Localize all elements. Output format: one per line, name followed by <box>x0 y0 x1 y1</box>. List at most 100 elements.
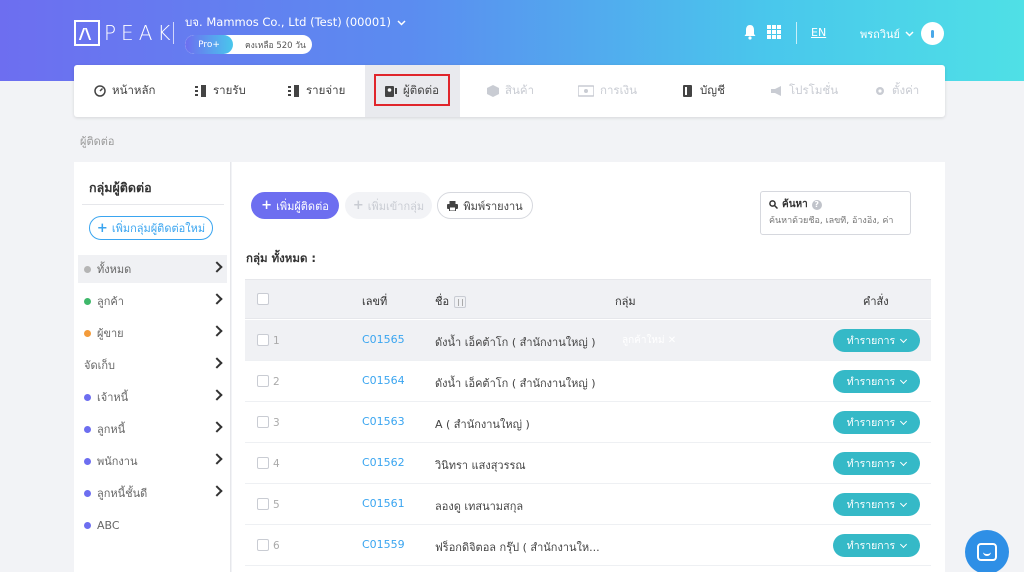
table-row[interactable]: 1 C01565 ดังน้ำ เอ็คต้าโก ( สำนักงานใหญ่… <box>245 320 931 361</box>
nav-item-settings[interactable]: ตั้งค่า <box>874 65 919 117</box>
finance-icon <box>578 85 594 97</box>
group-sidebar: กลุ่มผู้ติดต่อ + เพิ่มกลุ่มผู้ติดต่อใหม่… <box>74 162 231 572</box>
accounting-icon <box>683 85 692 97</box>
help-icon[interactable]: ? <box>811 199 822 210</box>
language-switch[interactable]: EN <box>811 26 826 39</box>
sidebar-item-employee[interactable]: พนักงาน <box>78 447 227 475</box>
company-name: บจ. Mammos Co., Ltd (Test) (00001) <box>185 15 391 29</box>
sort-icon[interactable] <box>454 296 467 308</box>
user-menu[interactable]: พรถวินย์ <box>860 25 914 43</box>
nav-label: รายจ่าย <box>306 83 346 97</box>
table-row[interactable]: 5 C01561 ลองดู เทสนามสกุล ทำรายการ <box>245 484 931 525</box>
sidebar-item-debtor[interactable]: ลูกหนี้ <box>78 415 227 443</box>
plus-icon: + <box>96 220 108 236</box>
column-header-action: คำสั่ง <box>863 295 889 308</box>
nav-item-expense[interactable]: รายจ่าย <box>288 65 345 117</box>
action-dropdown-button[interactable]: ทำรายการ <box>833 370 920 393</box>
nav-item-income[interactable]: รายรับ <box>195 65 246 117</box>
action-dropdown-button[interactable]: ทำรายการ <box>833 329 920 352</box>
close-icon[interactable]: ✕ <box>668 335 676 346</box>
plan-status: Pro+ คงเหลือ 520 วัน <box>185 35 312 54</box>
column-header-name[interactable]: ชื่อ <box>435 292 467 310</box>
breadcrumb: ผู้ติดต่อ <box>80 135 115 148</box>
print-report-button[interactable]: พิมพ์รายงาน <box>437 192 533 219</box>
sidebar-item-archive[interactable]: จัดเก็บ <box>78 351 227 379</box>
contact-code-link[interactable]: C01561 <box>362 497 405 510</box>
bell-icon[interactable] <box>742 24 758 40</box>
select-all-checkbox[interactable] <box>257 293 269 305</box>
nav-item-finance[interactable]: การเงิน <box>578 65 637 117</box>
chevron-right-icon <box>211 421 223 433</box>
contact-code-link[interactable]: C01564 <box>362 374 405 387</box>
sidebar-item-customer[interactable]: ลูกค้า <box>78 287 227 315</box>
contact-name: ดังน้ำ เอ็คต้าโก ( สำนักงานใหญ่ ) <box>435 336 596 349</box>
chevron-down-icon <box>900 540 908 548</box>
action-dropdown-button[interactable]: ทำรายการ <box>833 452 920 475</box>
row-checkbox[interactable] <box>257 375 269 387</box>
info-avatar-icon[interactable] <box>921 22 944 45</box>
plan-remaining: คงเหลือ 520 วัน <box>245 40 306 51</box>
sidebar-item-vendor[interactable]: ผู้ขาย <box>78 319 227 347</box>
peak-logo[interactable]: PEAK <box>74 20 176 46</box>
row-checkbox[interactable] <box>257 498 269 510</box>
nav-label: ตั้งค่า <box>892 83 920 97</box>
sidebar-item-label: จัดเก็บ <box>84 359 115 372</box>
logo-text: PEAK <box>104 21 176 45</box>
expense-icon <box>288 85 299 97</box>
column-header-number: เลขที่ <box>362 295 388 308</box>
table-row[interactable]: 2 C01564 ดังน้ำ เอ็คต้าโก ( สำนักงานใหญ่… <box>245 361 931 402</box>
button-label: พิมพ์รายงาน <box>463 199 523 213</box>
action-dropdown-button[interactable]: ทำรายการ <box>833 534 920 557</box>
contact-name: A ( สำนักงานใหญ่ ) <box>435 418 530 431</box>
sidebar-item-label: ผู้ขาย <box>97 327 124 340</box>
nav-item-dashboard[interactable]: หน้าหลัก <box>94 65 156 117</box>
sidebar-title: กลุ่มผู้ติดต่อ <box>89 180 152 195</box>
group-dot <box>84 521 91 529</box>
sidebar-item-all[interactable]: ทั้งหมด <box>78 255 227 283</box>
action-dropdown-button[interactable]: ทำรายการ <box>833 493 920 516</box>
divider <box>796 22 797 44</box>
row-checkbox[interactable] <box>257 334 269 346</box>
group-dot <box>84 297 91 305</box>
action-dropdown-button[interactable]: ทำรายการ <box>833 411 920 434</box>
group-dot <box>84 265 91 273</box>
group-dot <box>84 393 91 401</box>
chevron-down-icon <box>900 499 908 507</box>
chevron-right-icon <box>211 389 223 401</box>
dashboard-icon <box>94 85 106 97</box>
group-dot <box>84 329 91 337</box>
nav-item-products[interactable]: สินค้า <box>487 65 534 117</box>
group-dot <box>84 489 91 497</box>
nav-item-accounting[interactable]: บัญชี <box>682 65 725 117</box>
company-selector[interactable]: บจ. Mammos Co., Ltd (Test) (00001) <box>185 14 406 32</box>
table-row[interactable]: 4 C01562 วินิทรา แสงสุวรรณ ทำรายการ <box>245 443 931 484</box>
sidebar-item-good-debtor[interactable]: ลูกหนี้ชั้นดี <box>78 479 227 507</box>
gear-icon <box>876 87 884 95</box>
contact-code-link[interactable]: C01565 <box>362 333 405 346</box>
table-row[interactable]: 6 C01559 ฟร็อกดิจิตอล กรุ๊ป ( สำนักงานให… <box>245 525 931 566</box>
action-label: ทำรายการ <box>846 335 896 347</box>
apps-grid-icon[interactable] <box>767 25 781 39</box>
table-row[interactable]: 3 C01563 A ( สำนักงานใหญ่ ) ทำรายการ <box>245 402 931 443</box>
search-input[interactable] <box>769 216 904 226</box>
nav-item-promotion[interactable]: โปรโมชั่น <box>771 65 838 117</box>
contact-code-link[interactable]: C01562 <box>362 456 405 469</box>
main-nav: หน้าหลัก รายรับ รายจ่าย ผู้ติดต่อ สินค้า… <box>74 65 945 117</box>
contact-code-link[interactable]: C01559 <box>362 538 405 551</box>
add-to-group-button[interactable]: + เพิ่มเข้ากลุ่ม <box>345 192 432 219</box>
chevron-right-icon <box>211 325 223 337</box>
divider <box>82 204 224 205</box>
contact-name: ลองดู เทสนามสกุล <box>435 500 524 513</box>
sidebar-item-label: ลูกหนี้ชั้นดี <box>97 487 148 500</box>
contact-code-link[interactable]: C01563 <box>362 415 405 428</box>
contact-name: ดังน้ำ เอ็คต้าโก ( สำนักงานใหญ่ ) <box>435 377 596 390</box>
user-name: พรถวินย์ <box>860 28 900 41</box>
add-group-button[interactable]: + เพิ่มกลุ่มผู้ติดต่อใหม่ <box>89 216 213 240</box>
row-checkbox[interactable] <box>257 539 269 551</box>
sidebar-item-creditor[interactable]: เจ้าหนี้ <box>78 383 227 411</box>
row-checkbox[interactable] <box>257 416 269 428</box>
sidebar-item-abc[interactable]: ABC <box>78 511 227 539</box>
chat-support-button[interactable] <box>965 530 1009 572</box>
row-checkbox[interactable] <box>257 457 269 469</box>
add-contact-button[interactable]: + เพิ่มผู้ติดต่อ <box>251 192 339 219</box>
